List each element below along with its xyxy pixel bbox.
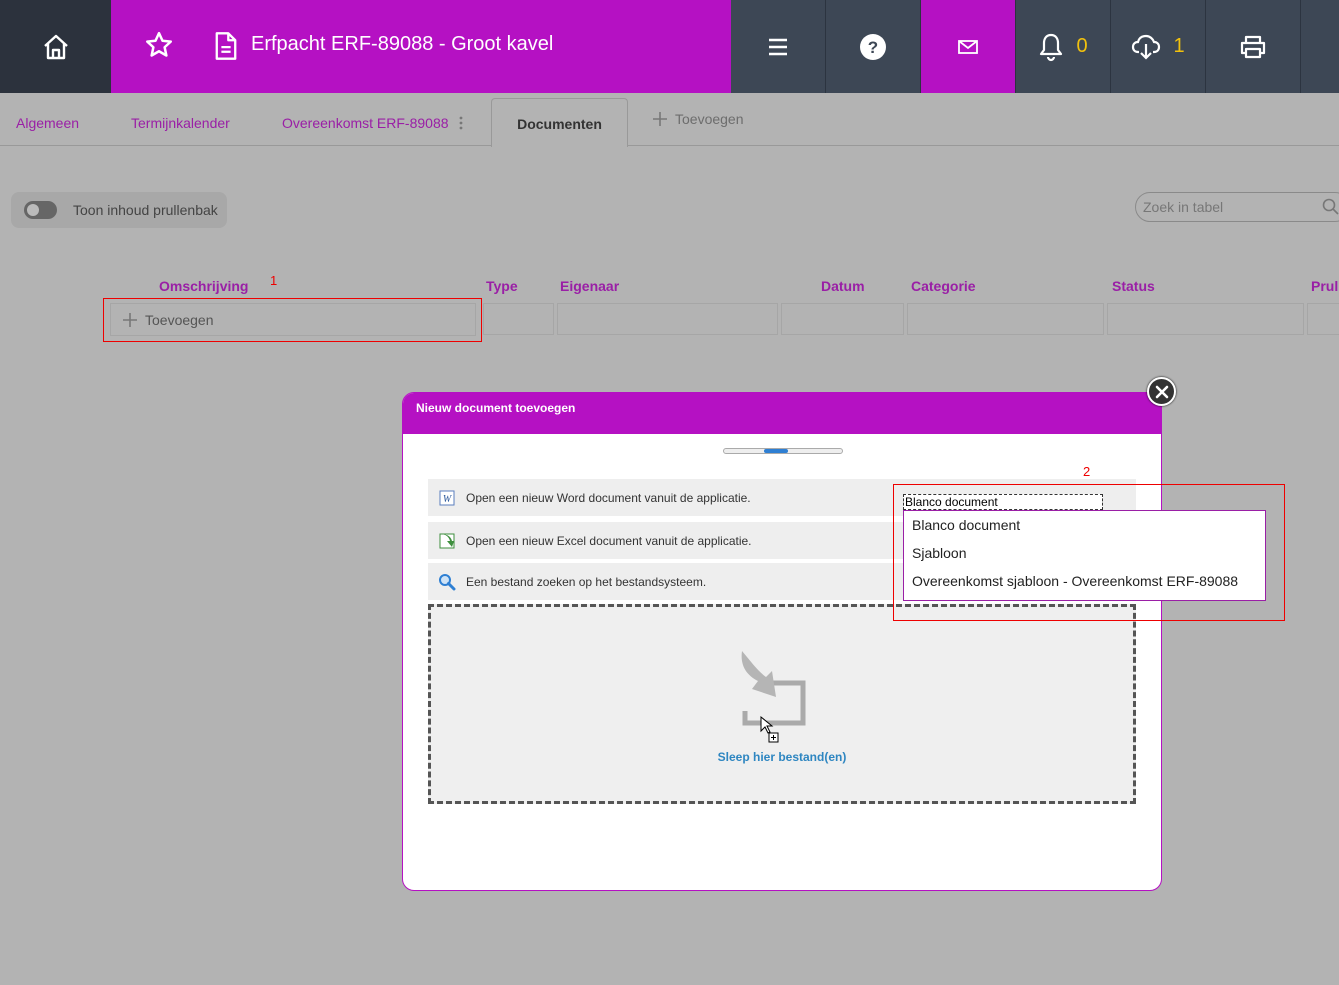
col-eigenaar[interactable]: Eigenaar <box>560 278 619 294</box>
tab-overeenkomst-label: Overeenkomst ERF-89088 <box>282 115 449 131</box>
add-row-highlight: Toevoegen <box>103 298 482 342</box>
dropdown-option[interactable]: Blanco document <box>904 511 1265 539</box>
bell-icon <box>1040 33 1063 61</box>
option-excel-label: Open een nieuw Excel document vanuit de … <box>466 533 752 548</box>
svg-text:?: ? <box>868 38 878 57</box>
print-button[interactable] <box>1206 0 1301 93</box>
more-vertical-icon[interactable] <box>458 116 464 130</box>
tab-add-button[interactable]: Toevoegen <box>653 111 744 127</box>
dropdown-option[interactable]: Sjabloon <box>904 539 1265 567</box>
menu-icon <box>769 38 787 55</box>
col-prullenbak[interactable]: Prul <box>1311 278 1338 294</box>
annotation-1: 1 <box>270 273 278 288</box>
help-icon: ? <box>860 33 886 60</box>
menu-button[interactable] <box>731 0 826 93</box>
col-omschrijving[interactable]: Omschrijving <box>159 278 248 294</box>
dropdown-option[interactable]: Overeenkomst sjabloon - Overeenkomst ERF… <box>904 567 1265 595</box>
table-cell <box>1107 303 1304 335</box>
table-search <box>1135 192 1339 222</box>
print-icon <box>1240 35 1266 58</box>
col-status[interactable]: Status <box>1112 278 1155 294</box>
notifications-count: 0 <box>1076 35 1088 57</box>
tab-overeenkomst[interactable]: Overeenkomst ERF-89088 <box>282 115 464 131</box>
close-dialog-button[interactable] <box>1147 377 1176 406</box>
col-categorie[interactable]: Categorie <box>911 278 976 294</box>
download-icon <box>1132 34 1161 60</box>
magnifier-icon <box>437 572 457 592</box>
table-cell <box>483 303 554 335</box>
mail-button[interactable] <box>921 0 1016 93</box>
tab-bar: Algemeen Termijnkalender Overeenkomst ER… <box>0 93 1339 147</box>
file-dropzone[interactable]: Sleep hier bestand(en) <box>428 604 1136 804</box>
option-browse-label: Een bestand zoeken op het bestandsysteem… <box>466 574 707 589</box>
dialog-title: Nieuw document toevoegen <box>403 393 1161 434</box>
star-icon[interactable] <box>144 30 174 60</box>
top-bar: Erfpacht ERF-89088 - Groot kavel ? 0 1 <box>0 0 1339 93</box>
excel-icon <box>437 531 457 551</box>
annotation-2: 2 <box>1083 464 1091 479</box>
plus-icon <box>653 112 667 126</box>
tab-termijnkalender[interactable]: Termijnkalender <box>131 115 230 131</box>
close-icon <box>1155 385 1168 398</box>
tab-algemeen[interactable]: Algemeen <box>16 115 79 131</box>
col-datum[interactable]: Datum <box>821 278 865 294</box>
plus-icon <box>123 312 137 327</box>
table-cell <box>1307 303 1339 335</box>
trash-toggle[interactable]: Toon inhoud prullenbak <box>11 192 227 228</box>
toggle-label: Toon inhoud prullenbak <box>73 202 218 218</box>
home-button[interactable] <box>0 0 111 93</box>
col-type[interactable]: Type <box>486 278 518 294</box>
home-icon <box>43 34 68 59</box>
new-document-dialog: Nieuw document toevoegen W Open een nieu… <box>402 392 1162 891</box>
downloads-button[interactable]: 1 <box>1111 0 1206 93</box>
toggle-switch[interactable] <box>24 201 57 219</box>
mail-icon <box>958 39 978 54</box>
table-cell <box>557 303 778 335</box>
search-icon[interactable] <box>1322 198 1339 216</box>
template-select[interactable]: Blanco document <box>903 494 1103 510</box>
topbar-filler <box>1301 0 1339 93</box>
document-icon <box>215 32 237 60</box>
downloads-count: 1 <box>1173 35 1185 57</box>
wizard-progress <box>723 448 843 454</box>
option-word-label: Open een nieuw Word document vanuit de a… <box>466 490 751 505</box>
drag-cursor-icon <box>760 715 779 743</box>
tab-documenten[interactable]: Documenten <box>491 98 628 147</box>
help-button[interactable]: ? <box>826 0 921 93</box>
tab-add-label: Toevoegen <box>675 111 744 127</box>
notifications-button[interactable]: 0 <box>1016 0 1111 93</box>
table-cell <box>781 303 904 335</box>
add-row-label: Toevoegen <box>145 311 214 328</box>
search-input[interactable] <box>1136 193 1316 221</box>
page-title: Erfpacht ERF-89088 - Groot kavel <box>251 33 554 55</box>
template-dropdown-list: Blanco document Sjabloon Overeenkomst sj… <box>903 510 1266 601</box>
word-icon: W <box>437 488 457 508</box>
add-row-button[interactable]: Toevoegen <box>110 303 476 336</box>
table-cell <box>907 303 1104 335</box>
title-area: Erfpacht ERF-89088 - Groot kavel <box>111 0 731 93</box>
dropzone-label: Sleep hier bestand(en) <box>717 750 847 764</box>
